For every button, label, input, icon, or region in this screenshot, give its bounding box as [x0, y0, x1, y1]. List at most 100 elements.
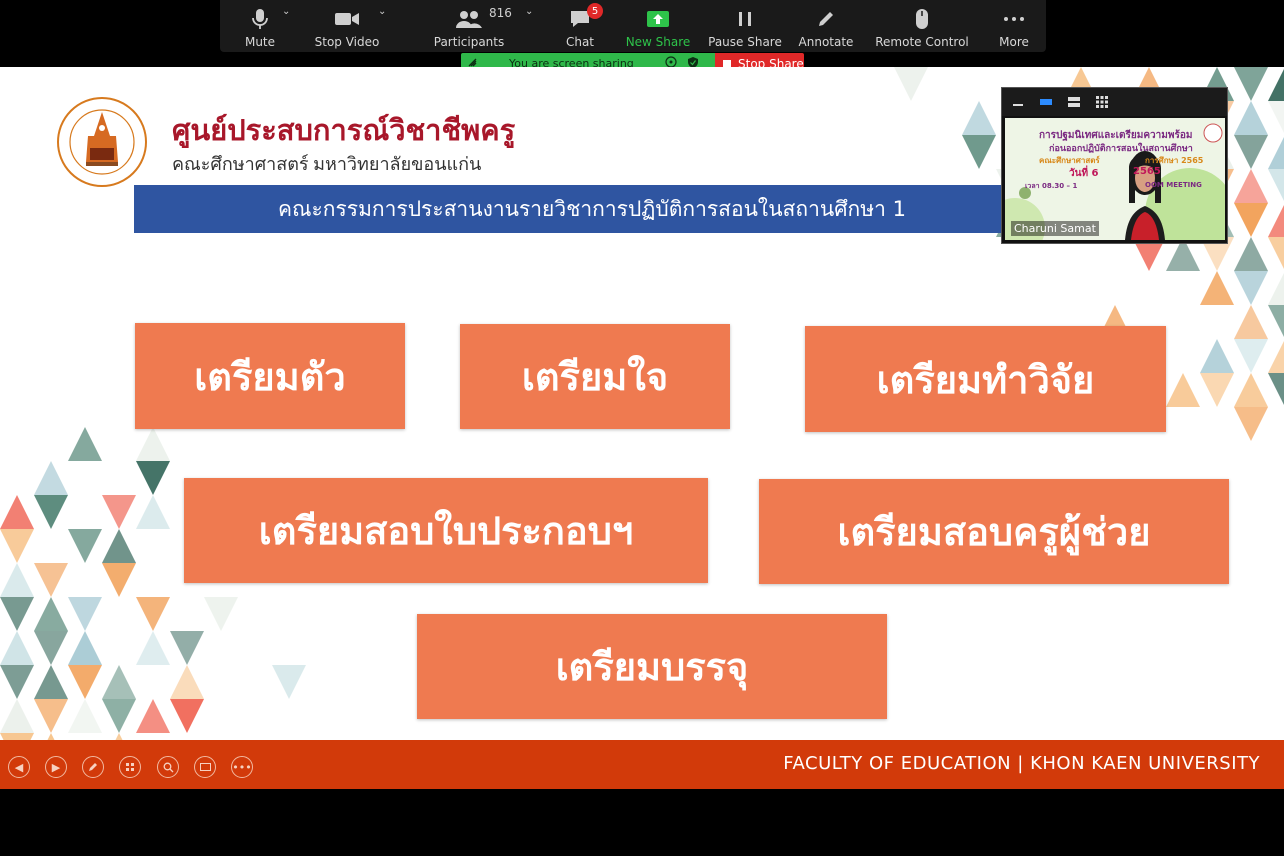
pattern-triangle	[1234, 203, 1268, 237]
mute-options-chevron-icon[interactable]: ⌄	[282, 6, 290, 17]
prepare-appointment-box: เตรียมบรรจุ	[417, 614, 887, 719]
participants-count: 816	[489, 6, 512, 20]
pattern-triangle	[136, 461, 170, 495]
pattern-triangle	[170, 631, 204, 665]
pattern-triangle	[1234, 271, 1268, 305]
prev-slide-icon[interactable]: ◀	[8, 756, 30, 778]
pattern-triangle	[102, 495, 136, 529]
more-options-icon[interactable]: •••	[231, 756, 253, 778]
gallery-view-icon[interactable]	[1094, 95, 1110, 109]
committee-banner: คณะกรรมการประสานงานรายวิชาการปฏิบัติการส…	[134, 185, 1014, 233]
pattern-triangle	[34, 631, 68, 665]
prepare-mind-box: เตรียมใจ	[460, 324, 730, 429]
annotate-button[interactable]: Annotate	[790, 0, 862, 52]
pattern-triangle	[102, 563, 136, 597]
pattern-triangle	[1234, 339, 1268, 373]
pattern-triangle	[1234, 101, 1268, 135]
ellipsis-icon	[1000, 8, 1028, 30]
faculty-logo	[56, 96, 148, 188]
pattern-triangle	[962, 135, 996, 169]
prepare-research-box: เตรียมทำวิจัย	[805, 326, 1166, 432]
pattern-triangle	[34, 665, 68, 699]
participant-name-label: Charuni Samat	[1011, 221, 1099, 236]
pattern-triangle	[68, 699, 102, 733]
pattern-triangle	[0, 665, 34, 699]
pencil-icon	[812, 8, 840, 30]
mute-button[interactable]: ⌄ Mute	[220, 0, 300, 52]
pattern-triangle	[1268, 237, 1284, 269]
pattern-triangle	[1268, 305, 1284, 337]
footer-text: FACULTY OF EDUCATION | KHON KAEN UNIVERS…	[783, 753, 1260, 774]
pattern-triangle	[1234, 67, 1268, 101]
pattern-triangle	[0, 699, 34, 733]
pattern-triangle	[0, 597, 34, 631]
participants-button[interactable]: 816 ⌄ Participants	[394, 0, 544, 52]
participants-icon	[455, 8, 483, 30]
pattern-triangle	[170, 665, 204, 699]
pattern-triangle	[962, 101, 996, 135]
pattern-triangle	[0, 529, 34, 563]
chat-button[interactable]: 5 Chat	[544, 0, 616, 52]
stop-video-button[interactable]: ⌄ Stop Video	[300, 0, 394, 52]
pause-icon	[731, 8, 759, 30]
share-screen-icon	[644, 8, 672, 30]
pattern-triangle	[34, 495, 68, 529]
mouse-icon	[908, 8, 936, 30]
see-all-slides-icon[interactable]	[119, 756, 141, 778]
pause-share-button[interactable]: Pause Share	[700, 0, 790, 52]
pattern-triangle	[1200, 373, 1234, 407]
chat-unread-badge: 5	[587, 3, 603, 19]
pattern-triangle	[1268, 101, 1284, 133]
pattern-triangle	[1200, 271, 1234, 305]
slide-footer: ◀ ▶ ••• FACULTY OF EDUCATION | KHON KAEN…	[0, 740, 1284, 789]
pattern-triangle	[1234, 237, 1268, 271]
pattern-triangle	[68, 427, 102, 461]
pattern-triangle	[1268, 69, 1284, 101]
participant-video: การปฐมนิเทศและเตรียมความพร้อม ก่อนออกปฏิ…	[1005, 118, 1225, 240]
pattern-triangle	[136, 597, 170, 631]
video-camera-icon	[333, 8, 361, 30]
next-slide-icon[interactable]: ▶	[45, 756, 67, 778]
pattern-triangle	[68, 665, 102, 699]
participants-options-chevron-icon[interactable]: ⌄	[525, 6, 533, 17]
pattern-triangle	[1268, 169, 1284, 201]
pattern-triangle	[34, 461, 68, 495]
new-share-button[interactable]: New Share	[616, 0, 700, 52]
pattern-triangle	[102, 665, 136, 699]
pattern-triangle	[102, 699, 136, 733]
pen-tool-icon[interactable]	[82, 756, 104, 778]
stacked-view-icon[interactable]	[1066, 95, 1082, 109]
pattern-triangle	[136, 427, 170, 461]
prepare-assistant-teacher-exam-box: เตรียมสอบครูผู้ช่วย	[759, 479, 1229, 584]
pattern-triangle	[136, 631, 170, 665]
pattern-triangle	[1268, 341, 1284, 373]
pattern-triangle	[1200, 339, 1234, 373]
more-button[interactable]: More	[982, 0, 1046, 52]
remote-control-button[interactable]: Remote Control	[862, 0, 982, 52]
video-panel-controls	[1002, 88, 1227, 116]
pattern-triangle	[68, 529, 102, 563]
pattern-triangle	[1234, 373, 1268, 407]
pattern-triangle	[1234, 305, 1268, 339]
subtitles-icon[interactable]	[194, 756, 216, 778]
active-speaker-view-icon[interactable]	[1038, 95, 1054, 109]
pattern-triangle	[1234, 407, 1268, 441]
prepare-license-exam-box: เตรียมสอบใบประกอบฯ	[184, 478, 708, 583]
pattern-triangle	[68, 597, 102, 631]
pattern-triangle	[102, 529, 136, 563]
minimize-icon[interactable]	[1010, 95, 1026, 109]
pattern-triangle	[1268, 273, 1284, 305]
pattern-triangle	[34, 563, 68, 597]
video-thumbnail-panel[interactable]: การปฐมนิเทศและเตรียมความพร้อม ก่อนออกปฏิ…	[1001, 87, 1228, 244]
pattern-triangle	[1268, 205, 1284, 237]
zoom-toolbar: ⌄ Mute ⌄ Stop Video 816 ⌄ Participants 5…	[220, 0, 1046, 52]
pattern-triangle	[34, 699, 68, 733]
video-options-chevron-icon[interactable]: ⌄	[378, 6, 386, 17]
pattern-triangle	[204, 597, 238, 631]
zoom-slide-icon[interactable]	[157, 756, 179, 778]
pattern-triangle	[0, 495, 34, 529]
microphone-icon	[246, 8, 274, 30]
pattern-triangle	[1234, 135, 1268, 169]
pattern-triangle	[0, 563, 34, 597]
pattern-triangle	[1268, 137, 1284, 169]
